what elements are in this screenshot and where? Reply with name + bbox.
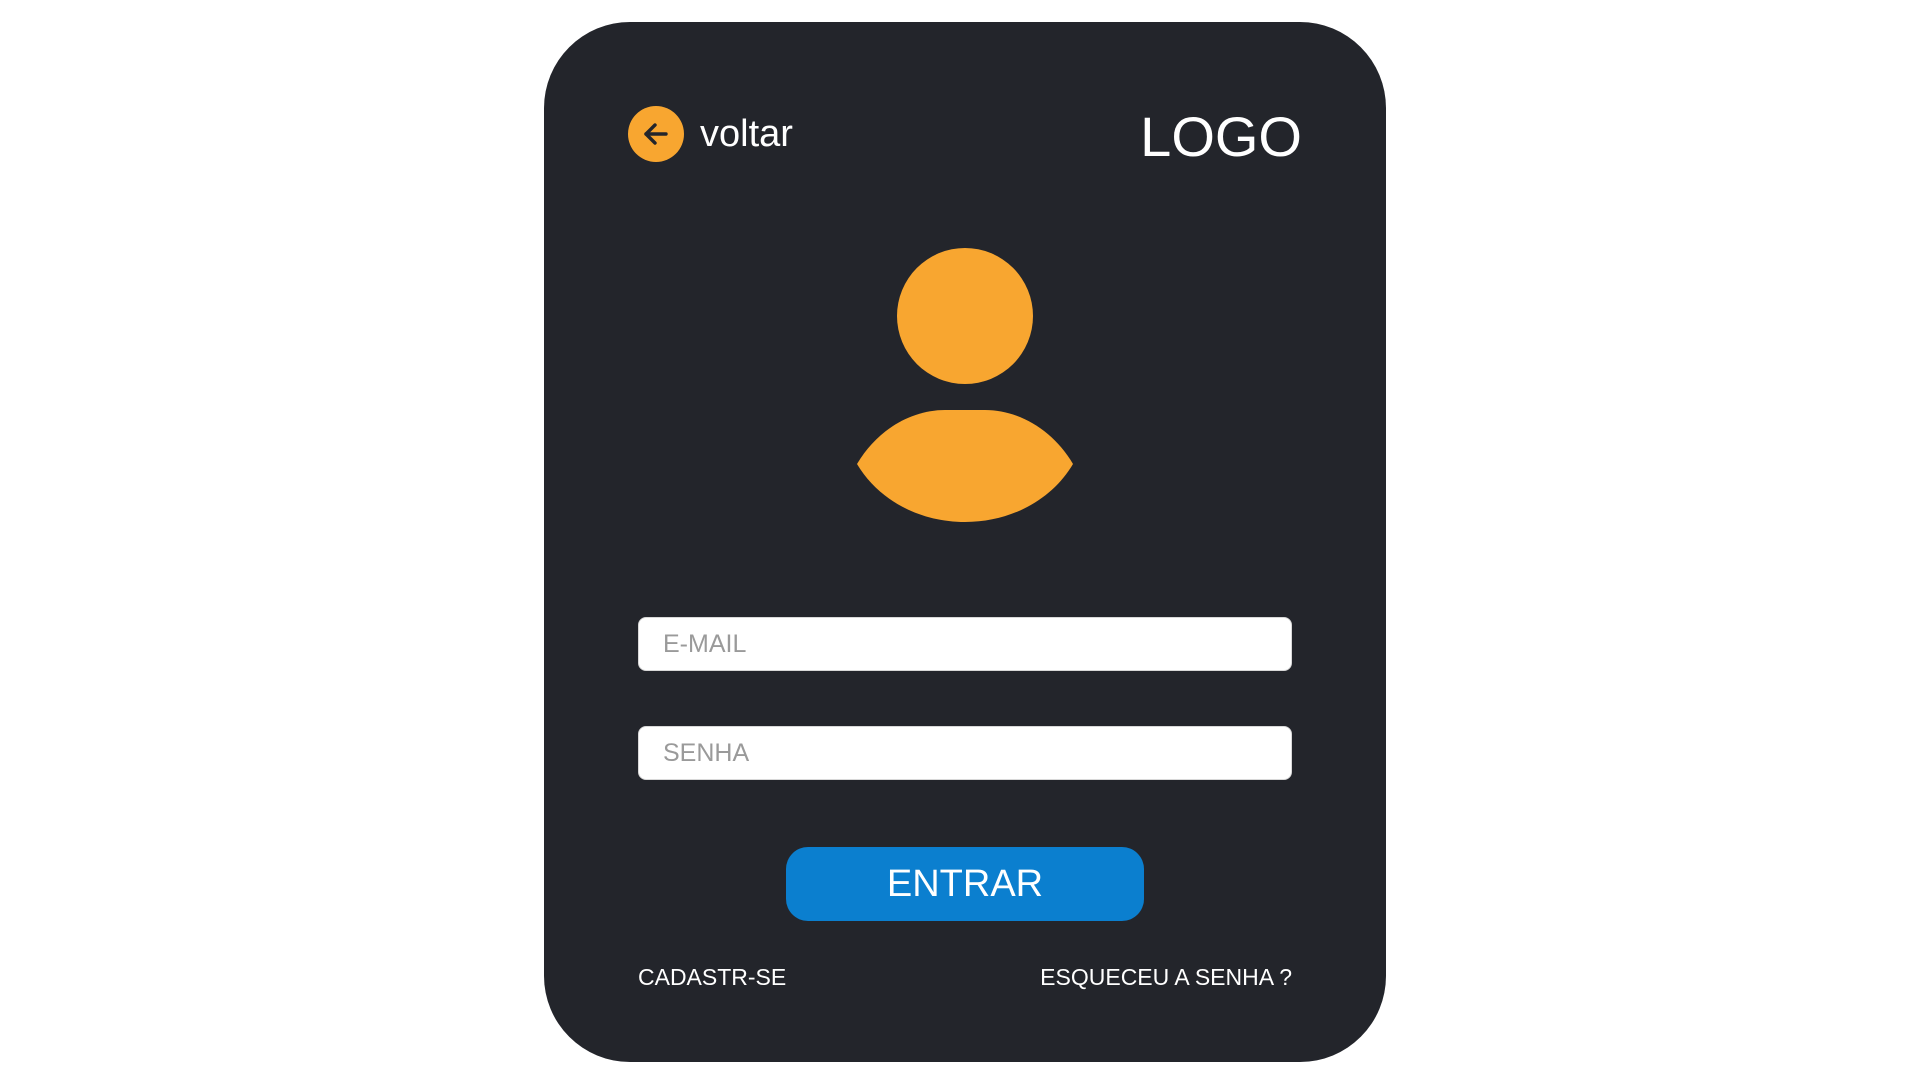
arrow-left-icon[interactable] <box>628 106 684 162</box>
back-label[interactable]: voltar <box>700 106 793 162</box>
signup-link[interactable]: CADASTR-SE <box>638 962 786 992</box>
email-input[interactable] <box>638 617 1292 671</box>
forgot-password-link[interactable]: ESQUECEU A SENHA ? <box>1040 962 1292 992</box>
login-card: voltar LOGO ENTRAR CADASTR-SE ESQUECEU A… <box>544 22 1386 1062</box>
back-button[interactable]: voltar <box>628 106 793 162</box>
password-input[interactable] <box>638 726 1292 780</box>
logo: LOGO <box>1140 105 1302 168</box>
user-icon <box>855 248 1075 524</box>
login-button[interactable]: ENTRAR <box>786 847 1144 921</box>
